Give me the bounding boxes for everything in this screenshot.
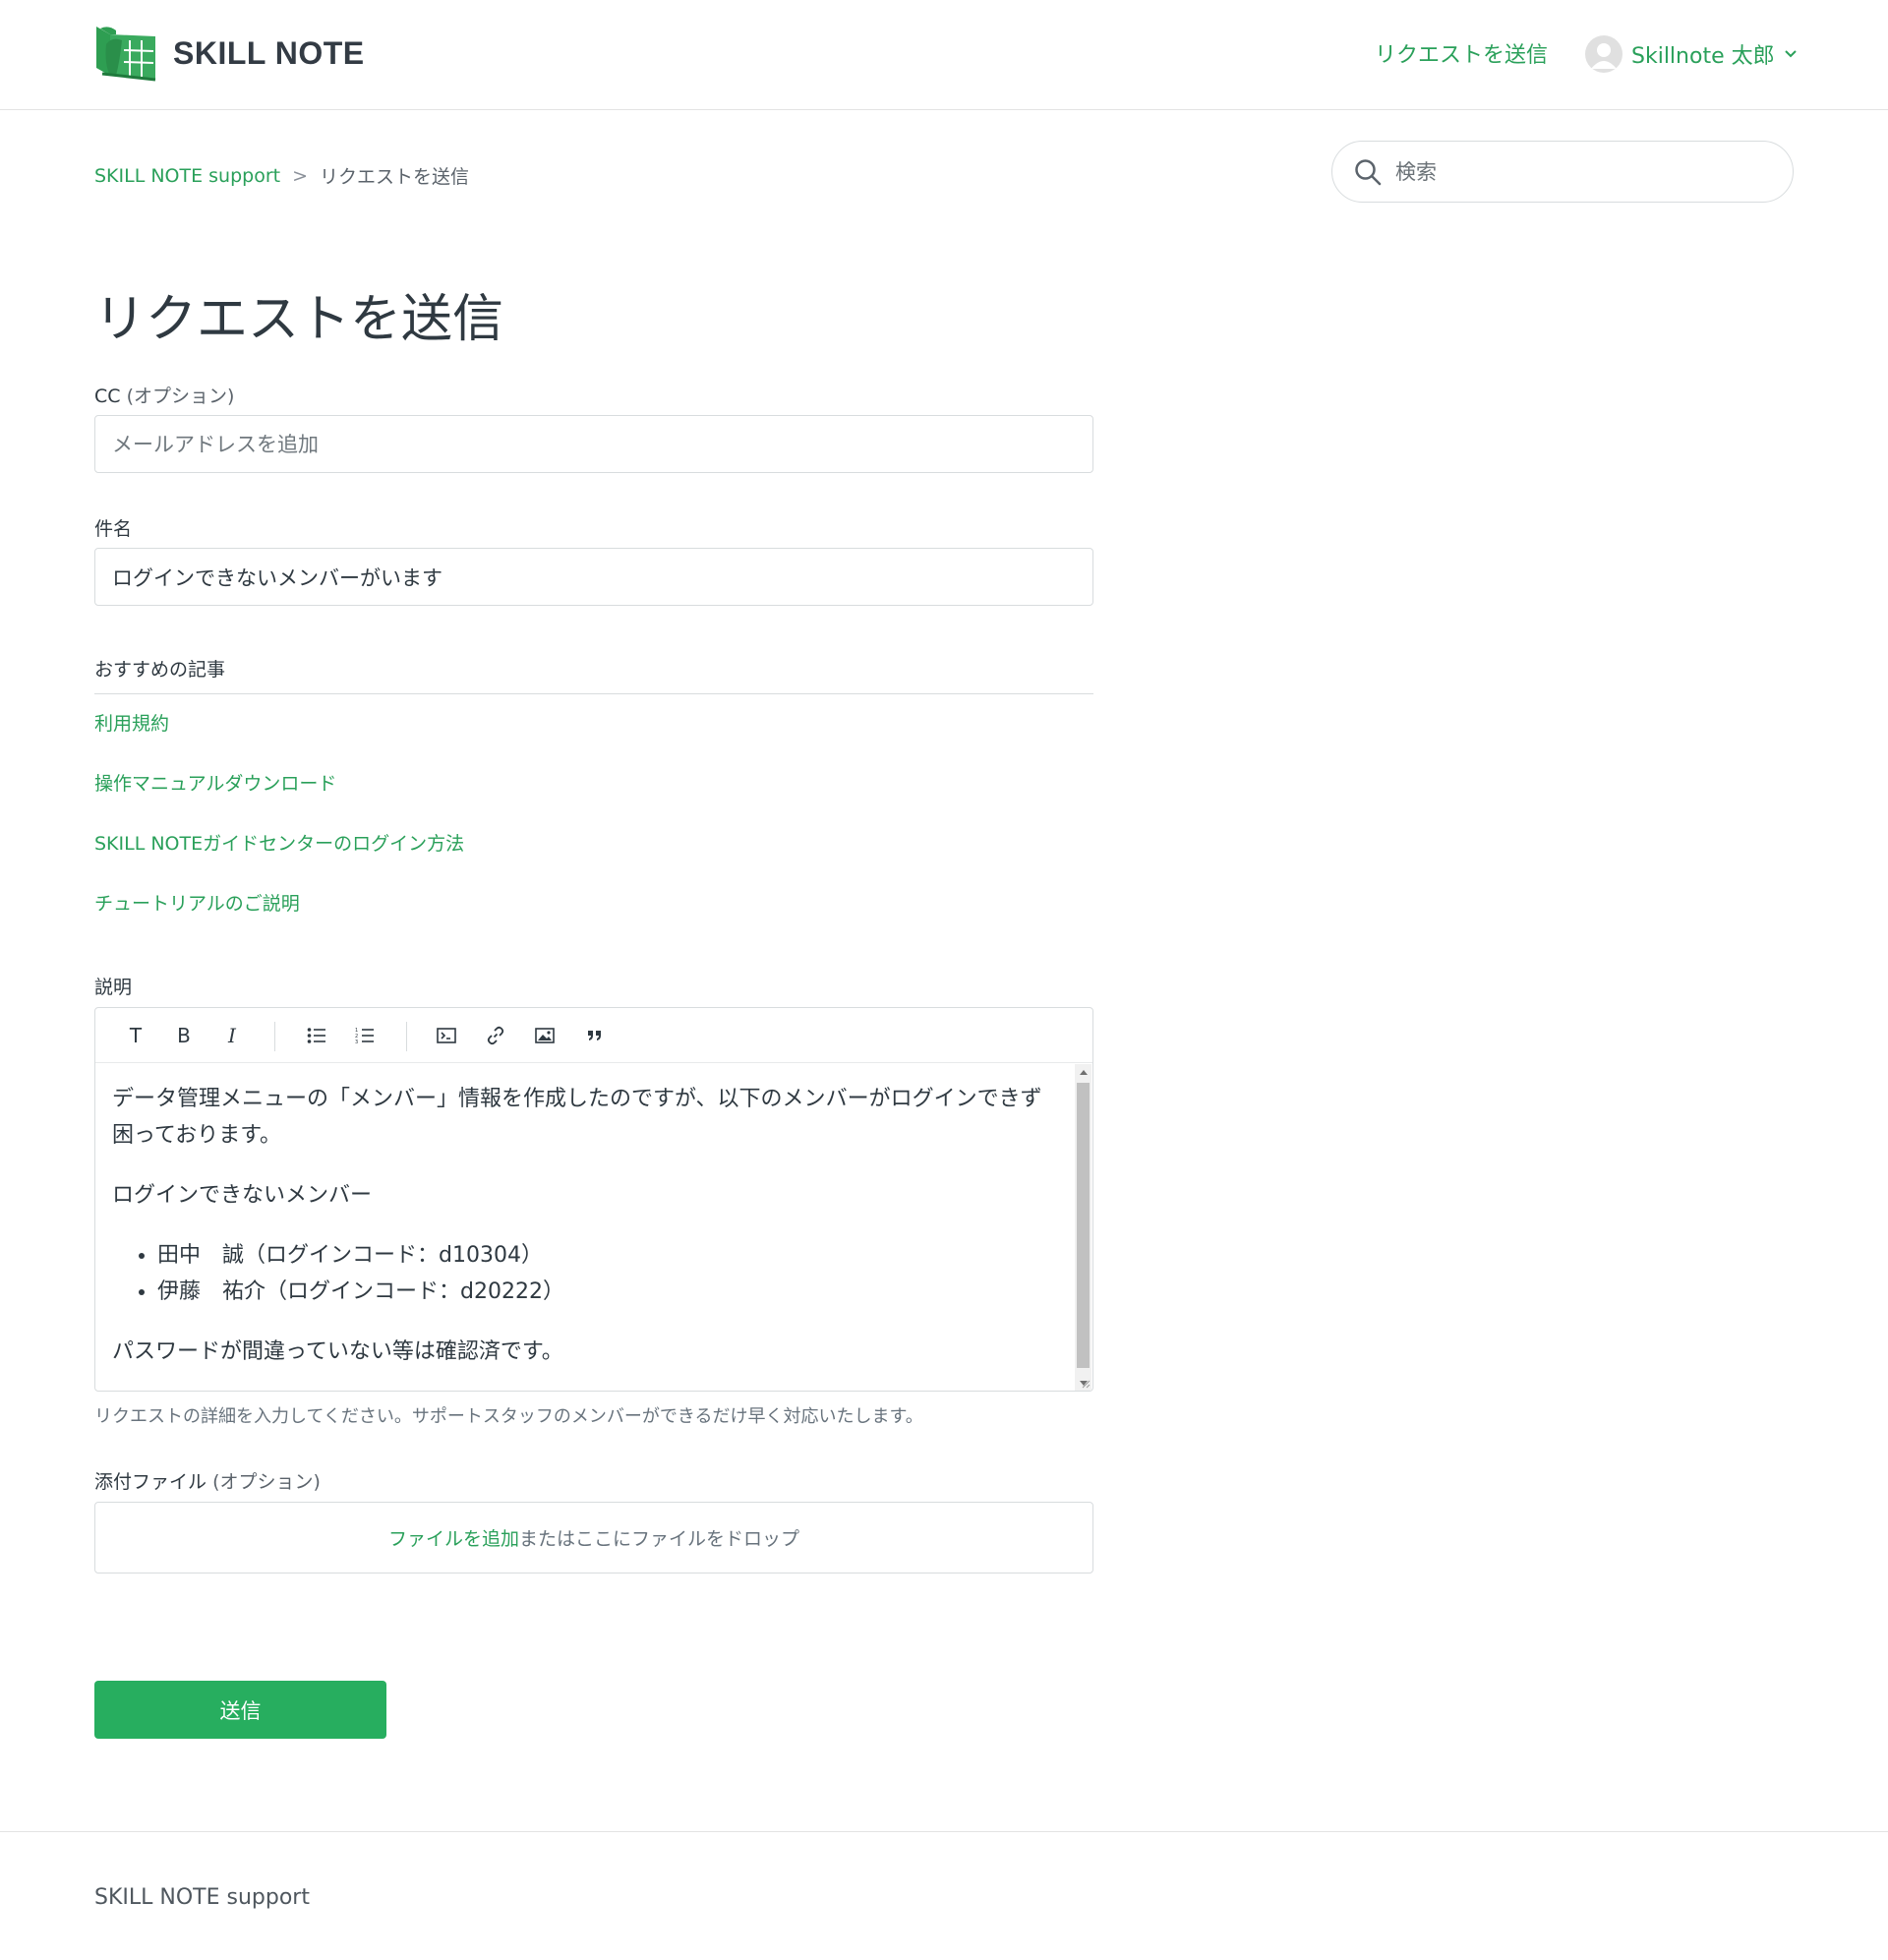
- description-paragraph: データ管理メニューの「メンバー」情報を作成したのですが、以下のメンバーがログイン…: [112, 1087, 1042, 1148]
- page-title: リクエストを送信: [94, 290, 504, 349]
- scroll-up-arrow-icon[interactable]: [1075, 1064, 1092, 1080]
- user-name: Skillnote 太郎: [1631, 44, 1775, 69]
- header-submit-request-link[interactable]: リクエストを送信: [1375, 37, 1548, 69]
- submit-button[interactable]: 送信: [94, 1681, 386, 1739]
- list-item: 田中 誠（ログインコード：d10304）: [157, 1237, 1056, 1274]
- chevron-down-icon: [1784, 50, 1797, 58]
- code-block-icon: [437, 1028, 456, 1043]
- link-icon: [487, 1026, 504, 1045]
- cc-optional-text: (オプション): [126, 386, 235, 407]
- toolbar-divider: [406, 1022, 407, 1051]
- attachments-optional-text: (オプション): [212, 1471, 321, 1493]
- logo-text: SKILL NOTE: [173, 34, 365, 71]
- attachments-label-text: 添付ファイル: [94, 1471, 207, 1493]
- subject-input[interactable]: [94, 548, 1093, 606]
- recommended-article-link[interactable]: 操作マニュアルダウンロード: [94, 769, 336, 796]
- code-block-button[interactable]: [430, 1020, 463, 1051]
- recommended-article-link[interactable]: 利用規約: [94, 709, 169, 736]
- image-button[interactable]: [528, 1020, 561, 1051]
- list-item: 伊藤 祐介（ログインコード：d20222）: [157, 1274, 1056, 1310]
- skill-note-logo[interactable]: SKILL NOTE: [94, 24, 365, 83]
- editor-toolbar: T B I 1 2 3: [95, 1008, 1092, 1063]
- editor-content[interactable]: データ管理メニューの「メンバー」情報を作成したのですが、以下のメンバーがログイン…: [112, 1081, 1056, 1370]
- user-menu[interactable]: Skillnote 太郎: [1585, 35, 1797, 73]
- bulleted-list-button[interactable]: [300, 1020, 333, 1051]
- numbered-list-icon: 1 2 3: [355, 1028, 374, 1044]
- recommended-article-link[interactable]: SKILL NOTEガイドセンターのログイン方法: [94, 829, 464, 856]
- toolbar-divider: [274, 1022, 275, 1051]
- drop-file-text: またはここにファイルをドロップ: [519, 1528, 800, 1550]
- search-input[interactable]: [1395, 159, 1769, 184]
- bold-icon: B: [177, 1024, 191, 1047]
- add-file-link[interactable]: ファイルを追加: [388, 1524, 519, 1551]
- resize-grip-icon[interactable]: [1081, 1379, 1091, 1389]
- breadcrumb-separator: >: [292, 164, 309, 187]
- italic-button[interactable]: I: [215, 1020, 249, 1051]
- member-list: 田中 誠（ログインコード：d10304） 伊藤 祐介（ログインコード：d2022…: [112, 1237, 1056, 1310]
- cc-label: CC (オプション): [94, 382, 234, 408]
- editor-scrollbar[interactable]: [1075, 1064, 1092, 1391]
- text-format-icon: T: [129, 1024, 143, 1047]
- footer-text: SKILL NOTE support: [94, 1885, 310, 1910]
- attachments-label: 添付ファイル (オプション): [94, 1467, 321, 1494]
- numbered-list-button[interactable]: 1 2 3: [348, 1020, 382, 1051]
- cc-email-input[interactable]: [94, 415, 1093, 473]
- link-button[interactable]: [479, 1020, 512, 1051]
- subject-label: 件名: [94, 518, 133, 540]
- description-editor[interactable]: T B I 1 2 3 データ管理メニューの「メンバー」情報を作成したのですが、…: [94, 1007, 1093, 1392]
- description-hint: リクエストの詳細を入力してください。サポートスタッフのメンバーができるだけ早く対…: [94, 1406, 923, 1427]
- quote-icon: [588, 1031, 601, 1040]
- italic-icon: I: [228, 1024, 236, 1047]
- bold-button[interactable]: B: [167, 1020, 201, 1051]
- quote-button[interactable]: [578, 1020, 612, 1051]
- user-icon: [1591, 43, 1617, 69]
- file-dropzone[interactable]: ファイルを追加 またはここにファイルをドロップ: [94, 1502, 1093, 1574]
- description-paragraph: パスワードが間違っていない等は確認済です。: [112, 1339, 563, 1364]
- search-box[interactable]: [1331, 141, 1794, 203]
- description-label: 説明: [94, 977, 133, 998]
- recommended-articles-heading: おすすめの記事: [94, 655, 1093, 694]
- breadcrumb-home-link[interactable]: SKILL NOTE support: [94, 165, 280, 187]
- site-header: SKILL NOTE リクエストを送信 Skillnote 太郎: [0, 0, 1888, 110]
- cc-label-text: CC: [94, 386, 121, 407]
- svg-text:3: 3: [355, 1039, 358, 1044]
- search-icon: [1355, 158, 1382, 185]
- breadcrumb: SKILL NOTE support > リクエストを送信: [94, 162, 469, 189]
- description-paragraph: ログインできないメンバー: [112, 1183, 373, 1208]
- image-icon: [535, 1028, 555, 1043]
- scrollbar-thumb[interactable]: [1077, 1083, 1090, 1368]
- site-footer: SKILL NOTE support: [0, 1831, 1888, 1960]
- bulleted-list-icon: [307, 1028, 325, 1043]
- text-format-button[interactable]: T: [119, 1020, 152, 1051]
- owl-book-logo-icon: [96, 27, 156, 82]
- breadcrumb-current: リクエストを送信: [320, 166, 470, 188]
- recommended-article-link[interactable]: チュートリアルのご説明: [94, 889, 300, 916]
- user-avatar: [1585, 35, 1622, 73]
